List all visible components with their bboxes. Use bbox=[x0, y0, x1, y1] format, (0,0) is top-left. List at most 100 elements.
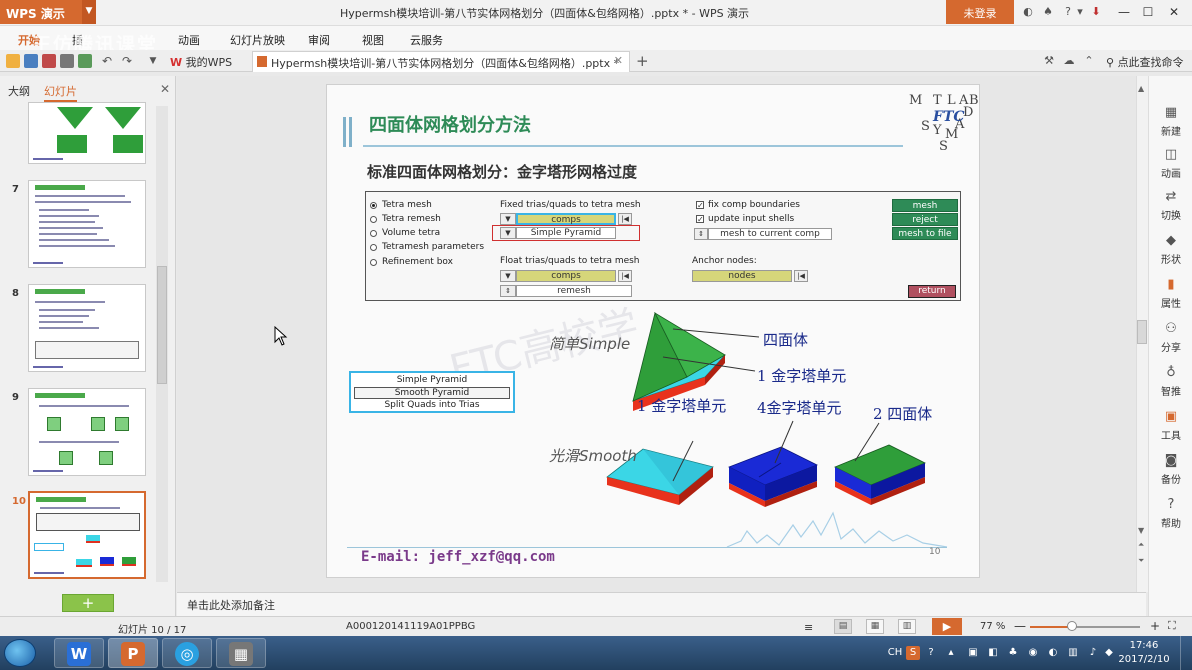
menu-review[interactable]: 审阅 bbox=[308, 32, 330, 48]
expand-icon[interactable]: ⌃ bbox=[1082, 54, 1096, 68]
slide-thumbnail-7[interactable] bbox=[28, 180, 146, 268]
show-hidden-icons[interactable]: ▴ bbox=[944, 646, 958, 660]
canvas-scrollbar-thumb[interactable] bbox=[1137, 320, 1147, 344]
close-button[interactable]: ✕ bbox=[1164, 3, 1184, 21]
taskbar-wps-writer[interactable]: W bbox=[54, 638, 104, 668]
slide-thumbnail-8[interactable] bbox=[28, 284, 146, 372]
slide[interactable]: 四面体网格划分方法 M T L A B D A S Y M S FTC 标准四面… bbox=[326, 84, 980, 578]
taskbar-browser[interactable]: ◎ bbox=[162, 638, 212, 668]
tray-app-icon[interactable]: ♣ bbox=[1006, 646, 1020, 660]
sidebar-item-shape[interactable]: ◆ 形状 bbox=[1149, 234, 1192, 267]
scroll-up-icon[interactable]: ▲ bbox=[1138, 84, 1144, 93]
sidebar-item-help[interactable]: ? 帮助 bbox=[1149, 498, 1192, 531]
tool-icon[interactable]: ⚒ bbox=[1042, 54, 1056, 68]
recommend-icon: ♁ bbox=[1166, 365, 1176, 380]
panel-scrollbar-thumb[interactable] bbox=[157, 266, 167, 384]
login-button[interactable]: 未登录 bbox=[946, 0, 1014, 24]
thumb-shape bbox=[57, 135, 87, 153]
zoom-out-button[interactable]: — bbox=[1014, 619, 1026, 633]
notes-field[interactable]: 单击此处添加备注 bbox=[177, 592, 1146, 616]
notes-toggle-icon[interactable]: ≡ bbox=[804, 621, 813, 634]
label-tetrahedron: 四面体 bbox=[763, 331, 809, 349]
print-icon[interactable] bbox=[60, 54, 74, 68]
previous-slide-icon[interactable]: ⏶ bbox=[1138, 540, 1144, 550]
input-method-icon[interactable]: S bbox=[906, 646, 920, 660]
help-tray-icon[interactable]: ? bbox=[924, 646, 938, 660]
menu-view[interactable]: 视图 bbox=[362, 32, 384, 48]
feedback-icon[interactable]: ⬇ bbox=[1088, 4, 1104, 20]
system-clock[interactable]: 17:46 2017/2/10 bbox=[1118, 639, 1170, 667]
thumb-line bbox=[39, 309, 95, 311]
toolbox-icon: ▣ bbox=[1164, 409, 1178, 424]
language-indicator[interactable]: CH bbox=[886, 646, 904, 660]
sidebar-item-recommend[interactable]: ♁ 智推 bbox=[1149, 365, 1192, 399]
clock-date: 2017/2/10 bbox=[1118, 654, 1170, 665]
command-search[interactable]: ⚲ 点此查找命令 bbox=[1106, 54, 1184, 70]
sidebar-item-properties[interactable]: ▮ 属性 bbox=[1149, 278, 1192, 311]
sidebar-item-tools[interactable]: ▣ 工具 bbox=[1149, 409, 1192, 443]
next-slide-icon[interactable]: ⏷ bbox=[1138, 556, 1144, 566]
redo-icon[interactable]: ↷ bbox=[120, 54, 134, 68]
tab-outline[interactable]: 大纲 bbox=[8, 83, 30, 99]
wps-presentation-icon: P bbox=[121, 642, 145, 666]
network-icon[interactable]: ▥ bbox=[1066, 646, 1080, 660]
minimize-button[interactable]: — bbox=[1114, 3, 1134, 21]
chevron-down-icon[interactable]: ▼ bbox=[82, 0, 96, 24]
cloud-icon[interactable]: ☁ bbox=[1062, 54, 1076, 68]
zoom-slider-fill bbox=[1030, 626, 1068, 628]
tray-app-icon[interactable]: ▣ bbox=[966, 646, 980, 660]
tray-app-icon[interactable]: ◉ bbox=[1026, 646, 1040, 660]
add-tab-button[interactable]: + bbox=[636, 52, 649, 70]
taskbar-wps-presentation[interactable]: P bbox=[108, 638, 158, 668]
slide-thumbnail-9[interactable] bbox=[28, 388, 146, 476]
zoom-slider-knob[interactable] bbox=[1067, 621, 1077, 631]
slide-thumbnail-6[interactable] bbox=[28, 102, 146, 164]
add-slide-button[interactable]: + bbox=[62, 594, 114, 612]
close-tab-icon[interactable]: ✕ bbox=[614, 54, 623, 67]
volume-icon[interactable]: ♪ bbox=[1086, 646, 1100, 660]
print-preview-icon[interactable] bbox=[78, 54, 92, 68]
shirt-icon[interactable]: ♠ bbox=[1040, 4, 1056, 20]
close-panel-icon[interactable]: ✕ bbox=[160, 82, 170, 96]
save-icon[interactable] bbox=[24, 54, 38, 68]
tab-mywps[interactable]: W 我的WPS bbox=[166, 52, 246, 71]
thumb-shape bbox=[122, 557, 136, 566]
tab-mywps-label: 我的WPS bbox=[185, 56, 233, 69]
thumb-line bbox=[39, 321, 83, 323]
maximize-button[interactable]: ☐ bbox=[1138, 3, 1158, 21]
menu-animation[interactable]: 动画 bbox=[178, 32, 200, 48]
windows-taskbar: W P ◎ ▦ CH S ? ▴ ▣ ◧ ♣ ◉ ◐ ▥ ♪ ◆ 17:46 2… bbox=[0, 636, 1192, 670]
tab-slides[interactable]: 幻灯片 bbox=[44, 83, 77, 102]
help-dropdown-icon[interactable]: ▾ bbox=[1072, 4, 1088, 20]
open-icon[interactable] bbox=[6, 54, 20, 68]
fit-window-icon[interactable]: ⛶ bbox=[1168, 619, 1176, 633]
taskbar-hypermesh[interactable]: ▦ bbox=[216, 638, 266, 668]
undo-icon[interactable]: ↶ bbox=[100, 54, 114, 68]
slide-thumbnail-10[interactable] bbox=[28, 491, 146, 579]
tray-app-icon[interactable]: ◆ bbox=[1102, 646, 1116, 660]
reading-view-button[interactable]: ▥ bbox=[898, 619, 916, 634]
show-desktop-button[interactable] bbox=[1180, 636, 1192, 670]
tray-app-icon[interactable]: ◧ bbox=[986, 646, 1000, 660]
sidebar-item-animation[interactable]: ◫ 动画 bbox=[1149, 148, 1192, 181]
zoom-in-button[interactable]: + bbox=[1150, 619, 1160, 633]
sidebar-item-share[interactable]: ⚇ 分享 bbox=[1149, 322, 1192, 355]
slide-sorter-button[interactable]: ▦ bbox=[866, 619, 884, 634]
sidebar-item-new[interactable]: ▦ 新建 bbox=[1149, 106, 1192, 139]
start-button[interactable] bbox=[4, 639, 36, 667]
menu-slideshow[interactable]: 幻灯片放映 bbox=[230, 32, 285, 48]
export-pdf-icon[interactable] bbox=[42, 54, 56, 68]
sidebar-item-transition[interactable]: ⇄ 切换 bbox=[1149, 190, 1192, 223]
quick-access-dropdown-icon[interactable]: ▼ bbox=[146, 54, 160, 68]
tab-document[interactable]: Hypermsh模块培训-第八节实体网格划分（四面体&包络网格）.pptx * … bbox=[252, 51, 630, 72]
scroll-down-icon[interactable]: ▼ bbox=[1138, 526, 1144, 535]
menu-cloud[interactable]: 云服务 bbox=[410, 32, 443, 48]
tray-app-icon[interactable]: ◐ bbox=[1046, 646, 1060, 660]
sidebar-item-backup[interactable]: ◙ 备份 bbox=[1149, 454, 1192, 487]
two-tetra-block-shape bbox=[834, 422, 926, 505]
wps-app-menu-button[interactable]: WPS 演示 ▼ bbox=[0, 0, 96, 24]
ribbon-menu: 开始 插 动画 幻灯片放映 审阅 视图 云服务 bbox=[0, 26, 1192, 50]
normal-view-button[interactable]: ▤ bbox=[834, 619, 852, 634]
play-slideshow-button[interactable]: ▶ bbox=[932, 618, 962, 635]
skin-icon[interactable]: ◐ bbox=[1020, 4, 1036, 20]
